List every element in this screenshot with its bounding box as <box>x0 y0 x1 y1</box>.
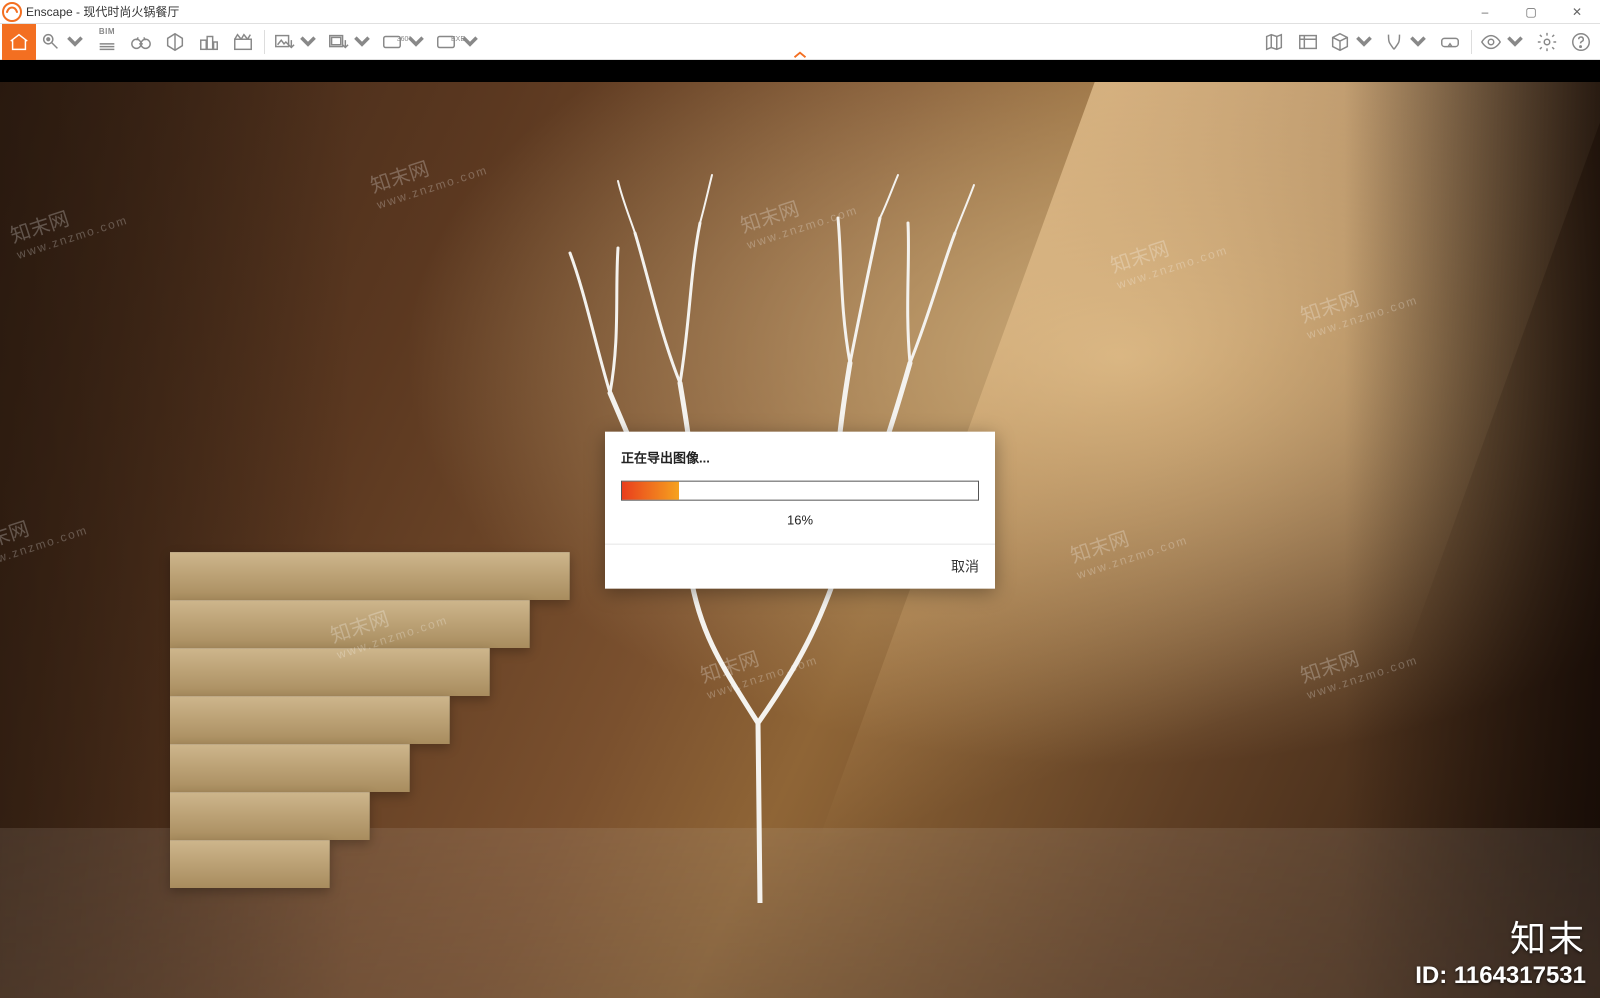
help-button[interactable] <box>1564 24 1598 60</box>
toolbar-separator <box>264 30 265 54</box>
minimap-button[interactable] <box>1257 24 1291 60</box>
perspective-button[interactable] <box>1379 24 1433 60</box>
window-titlebar: Enscape - 现代时尚火锅餐厅 – ▢ ✕ <box>0 0 1600 24</box>
render-viewport[interactable]: 知末网www.znzmo.com 知末网www.znzmo.com 知末网www… <box>0 60 1600 998</box>
asset-id-label: ID: 1164317531 <box>1415 962 1586 990</box>
vr-headset-icon <box>1439 31 1461 53</box>
brand-label: 知末 <box>1415 910 1586 962</box>
home-icon <box>8 31 30 53</box>
exe-label: EXE <box>451 36 465 43</box>
render-style-button[interactable] <box>1325 24 1379 60</box>
exe-export-button[interactable]: EXE <box>431 24 485 60</box>
screenshot-button[interactable] <box>269 24 323 60</box>
watermark: 知末网www.znzmo.com <box>1066 505 1190 582</box>
watermark: 知末网www.znzmo.com <box>696 625 820 702</box>
pano-label: 360° <box>397 36 411 43</box>
chevron-down-icon <box>1407 31 1429 53</box>
minimize-button[interactable]: – <box>1462 0 1508 24</box>
export-progress-dialog: 正在导出图像... 16% 取消 <box>605 432 995 589</box>
perspective-icon <box>1383 31 1405 53</box>
site-context-button[interactable] <box>192 24 226 60</box>
buildings-icon <box>198 31 220 53</box>
visual-settings-button[interactable] <box>1476 24 1530 60</box>
cube-icon <box>1329 31 1351 53</box>
chevron-up-icon <box>789 49 811 60</box>
bim-mode-button[interactable]: BIM <box>90 24 124 60</box>
close-button[interactable]: ✕ <box>1554 0 1600 24</box>
progress-bar <box>621 481 979 501</box>
vr-button[interactable] <box>1433 24 1467 60</box>
home-button[interactable] <box>2 24 36 60</box>
chevron-down-icon <box>351 31 373 53</box>
project-name: 现代时尚火锅餐厅 <box>83 5 179 19</box>
settings-gear-icon <box>1536 31 1558 53</box>
panorama-button[interactable]: 360° <box>377 24 431 60</box>
pin-icon <box>40 31 62 53</box>
binoculars-button[interactable] <box>124 24 158 60</box>
eye-icon <box>1480 31 1502 53</box>
clapboard-icon <box>232 31 254 53</box>
expand-toolbar-button[interactable] <box>789 48 811 60</box>
source-watermark: 知末 ID: 1164317531 <box>1415 910 1586 990</box>
help-icon <box>1570 31 1592 53</box>
stairs-geometry <box>170 552 620 888</box>
export-image-icon <box>273 31 295 53</box>
watermark: 知末网www.znzmo.com <box>1106 215 1230 292</box>
chevron-down-icon <box>297 31 319 53</box>
main-toolbar: BIM 360° EXE <box>0 24 1600 60</box>
chevron-down-icon <box>1353 31 1375 53</box>
batch-render-button[interactable] <box>323 24 377 60</box>
general-settings-button[interactable] <box>1530 24 1564 60</box>
watermark: 知末网www.znzmo.com <box>736 175 860 252</box>
progress-percent-label: 16% <box>621 509 979 534</box>
chevron-down-icon <box>64 31 86 53</box>
cancel-button[interactable]: 取消 <box>951 557 979 577</box>
asset-library-icon <box>1297 31 1319 53</box>
chevron-down-icon <box>1504 31 1526 53</box>
window-controls: – ▢ ✕ <box>1462 0 1600 24</box>
binoculars-icon <box>130 31 152 53</box>
toolbar-separator <box>1471 30 1472 54</box>
view-plane-icon <box>164 31 186 53</box>
maximize-button[interactable]: ▢ <box>1508 0 1554 24</box>
app-name: Enscape <box>26 5 73 19</box>
video-path-button[interactable] <box>226 24 260 60</box>
title-sep: - <box>73 5 84 19</box>
asset-library-button[interactable] <box>1291 24 1325 60</box>
app-logo-icon <box>0 0 24 24</box>
view-plane-button[interactable] <box>158 24 192 60</box>
progress-bar-fill <box>622 482 679 500</box>
watermark: 知末网www.znzmo.com <box>366 135 490 212</box>
export-video-icon <box>327 31 349 53</box>
favorite-views-button[interactable] <box>36 24 90 60</box>
window-title: Enscape - 现代时尚火锅餐厅 <box>24 3 179 20</box>
dialog-title: 正在导出图像... <box>621 448 979 467</box>
bim-label: BIM <box>99 27 115 36</box>
map-icon <box>1263 31 1285 53</box>
